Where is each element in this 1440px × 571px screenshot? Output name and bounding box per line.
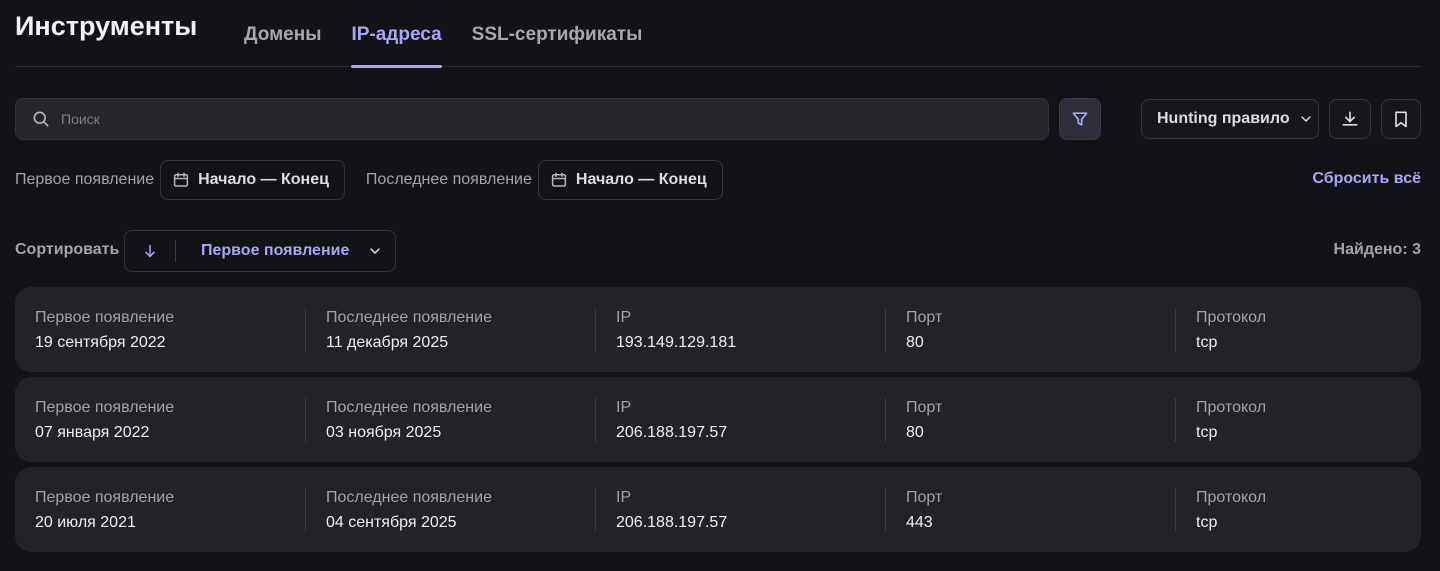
last-seen-cell: Последнее появление 04 сентября 2025 [305, 487, 595, 532]
bookmark-button[interactable] [1381, 99, 1421, 139]
first-seen-range-text: Начало — Конец [198, 171, 329, 188]
protocol-cell: Протокол tcp [1175, 397, 1421, 442]
ip-cell: IP 206.188.197.57 [595, 487, 885, 532]
sort-field-label: Первое появление [201, 242, 350, 259]
date-filters: Первое появление Начало — Конец Последне… [15, 160, 1421, 200]
result-card[interactable]: Первое появление 20 июля 2021 Последнее … [15, 467, 1421, 552]
header: Инструменты Домены IP-адреса SSL-сертифи… [15, 0, 1421, 68]
sort-direction-button[interactable] [125, 230, 175, 272]
last-seen-range-button[interactable]: Начало — Конец [537, 160, 723, 200]
chevron-down-icon [370, 248, 380, 254]
last-seen-label: Последнее появление [365, 171, 532, 188]
page: Инструменты Домены IP-адреса SSL-сертифи… [0, 0, 1440, 571]
last-seen-cell: Последнее появление 03 ноября 2025 [305, 397, 595, 442]
sort-control: Первое появление [124, 230, 396, 272]
sort-label: Сортировать [15, 241, 120, 258]
results-list: Первое появление 19 сентября 2022 Послед… [15, 287, 1421, 557]
protocol-cell: Протокол tcp [1175, 307, 1421, 352]
tabs: Домены IP-адреса SSL-сертификаты [244, 0, 672, 68]
calendar-icon [174, 172, 189, 187]
sort-row: Сортировать Первое появление Найдено: 3 [15, 230, 1421, 272]
first-seen-cell: Первое появление 20 июля 2021 [35, 488, 175, 531]
chevron-down-icon [1300, 116, 1311, 122]
search-input[interactable] [61, 111, 961, 127]
calendar-icon [551, 172, 567, 187]
download-icon [1342, 111, 1358, 126]
search-box[interactable] [15, 98, 1049, 140]
arrow-down-icon [145, 244, 155, 258]
hunting-rule-label: Hunting правило [1157, 110, 1290, 127]
first-seen-range-button[interactable]: Начало — Конец [160, 160, 345, 200]
port-cell: Порт 443 [885, 487, 1175, 532]
protocol-cell: Протокол tcp [1175, 487, 1421, 532]
first-seen-cell: Первое появление 19 сентября 2022 [35, 308, 175, 351]
port-cell: Порт 80 [885, 307, 1175, 352]
tab-ssl-certificates[interactable]: SSL-сертификаты [472, 0, 643, 67]
results-count: Найдено: 3 [1333, 241, 1421, 258]
first-seen-cell: Первое появление 07 января 2022 [35, 398, 175, 441]
download-button[interactable] [1329, 99, 1371, 139]
first-seen-label: Первое появление [15, 171, 155, 188]
last-seen-cell: Последнее появление 11 декабря 2025 [305, 307, 595, 352]
ip-cell: IP 193.149.129.181 [595, 307, 885, 352]
sort-field-dropdown[interactable]: Первое появление [176, 242, 395, 260]
bookmark-icon [1395, 111, 1407, 128]
result-card[interactable]: Первое появление 07 января 2022 Последне… [15, 377, 1421, 462]
ip-cell: IP 206.188.197.57 [595, 397, 885, 442]
result-card[interactable]: Первое появление 19 сентября 2022 Послед… [15, 287, 1421, 372]
page-title: Инструменты [15, 11, 198, 41]
port-cell: Порт 80 [885, 397, 1175, 442]
tab-domains[interactable]: Домены [244, 0, 321, 67]
search-icon [33, 111, 49, 127]
tab-ip-addresses[interactable]: IP-адреса [351, 0, 442, 68]
hunting-rule-dropdown[interactable]: Hunting правило [1141, 99, 1319, 139]
filter-icon [1072, 112, 1088, 126]
search-row: Hunting правило [15, 98, 1421, 140]
filter-button[interactable] [1059, 98, 1101, 140]
reset-all-link[interactable]: Сбросить всё [1312, 170, 1421, 188]
last-seen-range-text: Начало — Конец [575, 171, 707, 188]
